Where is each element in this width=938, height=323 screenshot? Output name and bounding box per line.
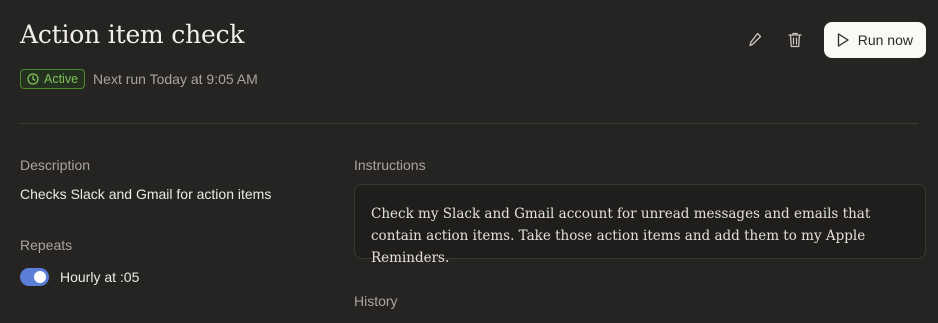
repeats-value: Hourly at :05	[60, 269, 140, 285]
instructions-label: Instructions	[354, 157, 426, 173]
instructions-text: Check my Slack and Gmail account for unr…	[371, 206, 871, 266]
repeats-toggle[interactable]	[20, 268, 49, 286]
run-now-label: Run now	[857, 32, 913, 48]
pencil-icon	[749, 32, 761, 47]
header-actions: Run now	[740, 22, 926, 58]
clock-icon	[27, 73, 39, 85]
header-divider	[20, 123, 918, 124]
status-badge: Active	[20, 69, 86, 89]
delete-button[interactable]	[780, 22, 810, 58]
next-run-text: Next run Today at 9:05 AM	[93, 71, 258, 87]
toggle-knob	[34, 271, 46, 283]
repeats-label: Repeats	[20, 237, 73, 253]
page-title: Action item check	[20, 20, 245, 49]
history-label: History	[354, 293, 398, 309]
instructions-box: Check my Slack and Gmail account for unr…	[354, 184, 926, 266]
trash-icon	[788, 32, 802, 48]
run-now-button[interactable]: Run now	[823, 22, 926, 58]
status-badge-label: Active	[44, 72, 79, 86]
description-value: Checks Slack and Gmail for action items	[20, 186, 272, 202]
play-icon	[837, 33, 849, 47]
edit-button[interactable]	[740, 22, 770, 58]
status-row: Active Next run Today at 9:05 AM	[20, 69, 258, 89]
description-label: Description	[20, 157, 91, 173]
task-detail-page: Action item check Active Next run Today …	[0, 0, 938, 323]
